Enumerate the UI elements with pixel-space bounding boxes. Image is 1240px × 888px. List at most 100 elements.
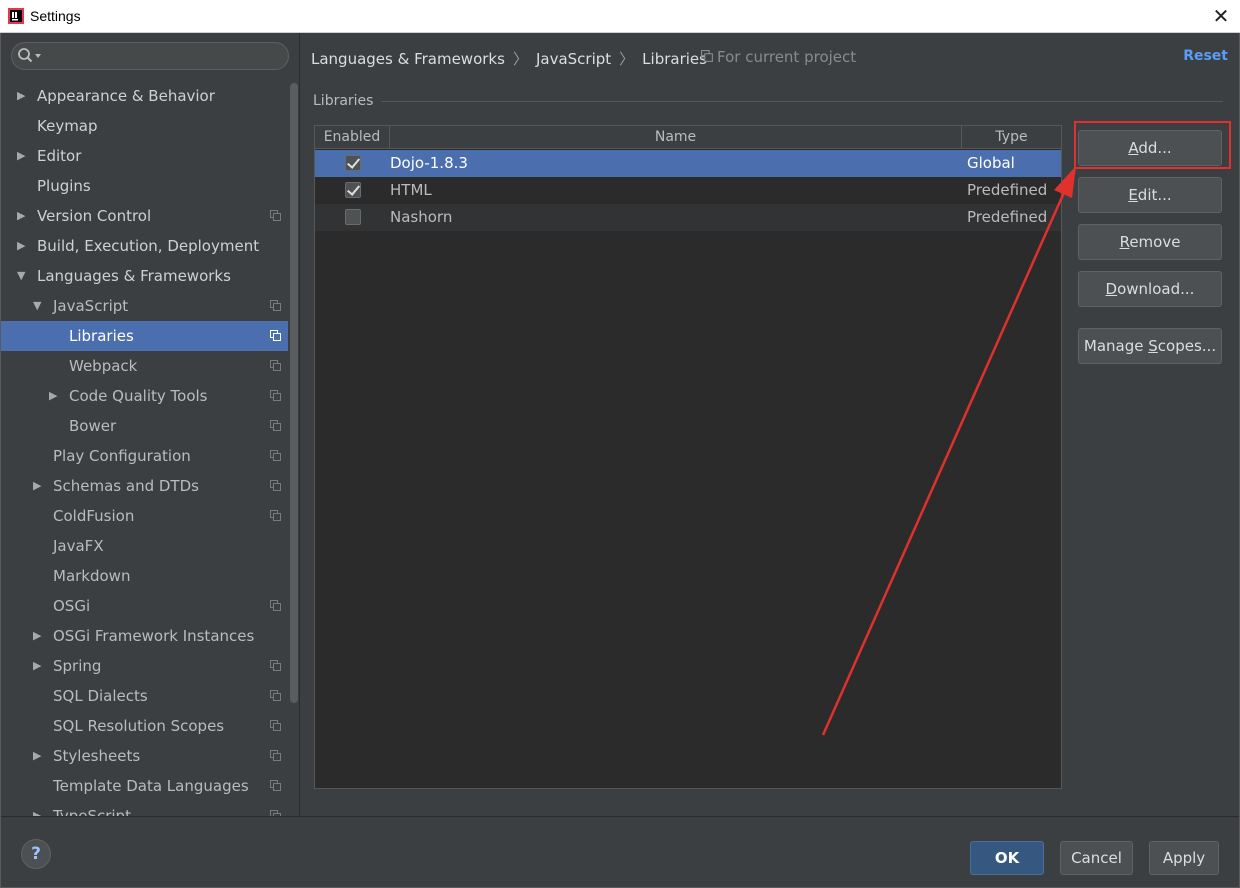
title-bar: Settings ✕ [0,0,1240,33]
table-row[interactable]: Nashorn Predefined [315,204,1061,231]
sidebar-item-label: OSGi Framework Instances [53,627,255,645]
sidebar-item-label: Spring [53,657,102,675]
sidebar-item-label: Webpack [69,357,138,375]
sidebar-item-libraries[interactable]: Libraries [1,321,299,351]
collapsed-arrow-icon[interactable]: ▶ [33,621,47,651]
remove-library-button[interactable]: Remove [1078,224,1222,260]
manage-scopes-button[interactable]: Manage Scopes... [1078,328,1222,364]
collapsed-arrow-icon[interactable]: ▶ [17,201,31,231]
table-header: Enabled Name Type [315,126,1061,149]
project-scope-note: For current project [701,48,856,66]
sidebar-item-label: Stylesheets [53,747,141,765]
sidebar-item-appearance-behavior[interactable]: ▶ Appearance & Behavior [1,81,299,111]
button-label: pply [1173,849,1206,867]
sidebar-item-webpack[interactable]: Webpack [1,351,299,381]
sidebar-scrollbar[interactable] [288,81,299,816]
column-header-type[interactable]: Type [962,126,1061,149]
enabled-checkbox[interactable] [345,209,361,225]
button-label: dd... [1138,139,1172,157]
collapsed-arrow-icon[interactable]: ▶ [17,231,31,261]
close-window-button[interactable]: ✕ [1208,4,1234,28]
sidebar-item-schemas-and-dtds[interactable]: ▶ Schemas and DTDs [1,471,299,501]
settings-content: Languages & Frameworks 〉 JavaScript 〉 Librar… [301,33,1239,816]
add-library-button[interactable]: Add... [1078,130,1222,166]
project-level-icon [270,780,281,791]
sidebar-item-markdown[interactable]: Markdown [1,561,299,591]
dialog-footer: ? OK Cancel Apply [1,816,1239,887]
enabled-checkbox[interactable] [345,155,361,171]
sidebar-item-plugins[interactable]: Plugins [1,171,299,201]
sidebar-item-label: SQL Dialects [53,687,148,705]
sidebar-item-label: Build, Execution, Deployment [37,237,260,255]
sidebar-scrollbar-thumb[interactable] [290,83,298,703]
project-level-icon [270,690,281,701]
sidebar-item-label: Libraries [69,327,134,345]
collapsed-arrow-icon[interactable]: ▶ [17,81,31,111]
expanded-arrow-icon[interactable]: ▼ [17,261,31,291]
button-label: Manage [1083,337,1149,355]
sidebar-item-label: Markdown [53,567,131,585]
sidebar-item-play-configuration[interactable]: Play Configuration [1,441,299,471]
reset-link[interactable]: Reset [1183,48,1228,64]
ok-button[interactable]: OK [970,841,1044,875]
sidebar-item-keymap[interactable]: Keymap [1,111,299,141]
apply-button[interactable]: Apply [1149,841,1219,875]
sidebar-item-javafx[interactable]: JavaFX [1,531,299,561]
settings-search-input[interactable] [11,42,289,70]
sidebar-item-label: OSGi [53,597,91,615]
sidebar-item-javascript[interactable]: ▼ JavaScript [1,291,299,321]
sidebar-item-template-data-languages[interactable]: Template Data Languages [1,771,299,801]
sidebar-item-osgi-framework-instances[interactable]: ▶ OSGi Framework Instances [1,621,299,651]
help-button[interactable]: ? [21,839,51,869]
sidebar-item-label: Play Configuration [53,447,191,465]
download-library-button[interactable]: Download... [1078,271,1222,307]
libraries-table[interactable]: Enabled Name Type Dojo-1.8.3 Global HTML Pr… [314,125,1062,789]
collapsed-arrow-icon[interactable]: ▶ [49,381,63,411]
sidebar-item-languages-frameworks[interactable]: ▼ Languages & Frameworks [1,261,299,291]
column-header-name[interactable]: Name [390,126,962,149]
settings-sidebar: ▶ Appearance & Behavior Keymap ▶ Editor Plugi… [1,33,300,816]
sidebar-item-sql-resolution-scopes[interactable]: SQL Resolution Scopes [1,711,299,741]
project-level-icon [270,360,281,371]
project-level-icon [270,510,281,521]
sidebar-item-label: Version Control [37,207,152,225]
sidebar-item-build-execution-deployment[interactable]: ▶ Build, Execution, Deployment [1,231,299,261]
enabled-checkbox[interactable] [345,182,361,198]
collapsed-arrow-icon[interactable]: ▶ [33,801,47,816]
sidebar-item-code-quality-tools[interactable]: ▶ Code Quality Tools [1,381,299,411]
project-level-icon [270,720,281,731]
sidebar-item-bower[interactable]: Bower [1,411,299,441]
sidebar-item-typescript[interactable]: ▶ TypeScript [1,801,299,816]
button-label: ownload... [1117,280,1195,298]
sidebar-item-editor[interactable]: ▶ Editor [1,141,299,171]
search-icon [18,48,41,63]
collapsed-arrow-icon[interactable]: ▶ [33,651,47,681]
project-level-icon [270,600,281,611]
table-row[interactable]: HTML Predefined [315,177,1061,204]
library-name: Nashorn [390,208,453,226]
cancel-button[interactable]: Cancel [1060,841,1133,875]
sidebar-item-stylesheets[interactable]: ▶ Stylesheets [1,741,299,771]
project-level-icon [270,390,281,401]
button-mnemonic: A [1128,139,1139,157]
collapsed-arrow-icon[interactable]: ▶ [33,741,47,771]
sidebar-item-coldfusion[interactable]: ColdFusion [1,501,299,531]
library-name: Dojo-1.8.3 [390,154,468,172]
button-label: dit... [1137,186,1172,204]
collapsed-arrow-icon[interactable]: ▶ [33,471,47,501]
table-row[interactable]: Dojo-1.8.3 Global [315,150,1061,177]
expanded-arrow-icon[interactable]: ▼ [33,291,47,321]
sidebar-item-label: TypeScript [53,807,131,816]
project-level-icon [270,750,281,761]
column-header-enabled[interactable]: Enabled [315,126,390,149]
edit-library-button[interactable]: Edit... [1078,177,1222,213]
sidebar-item-label: Keymap [37,117,98,135]
sidebar-item-spring[interactable]: ▶ Spring [1,651,299,681]
project-icon [701,50,713,62]
collapsed-arrow-icon[interactable]: ▶ [17,141,31,171]
sidebar-item-sql-dialects[interactable]: SQL Dialects [1,681,299,711]
sidebar-item-label: Editor [37,147,82,165]
sidebar-item-version-control[interactable]: ▶ Version Control [1,201,299,231]
sidebar-item-label: Plugins [37,177,91,195]
sidebar-item-osgi[interactable]: OSGi [1,591,299,621]
